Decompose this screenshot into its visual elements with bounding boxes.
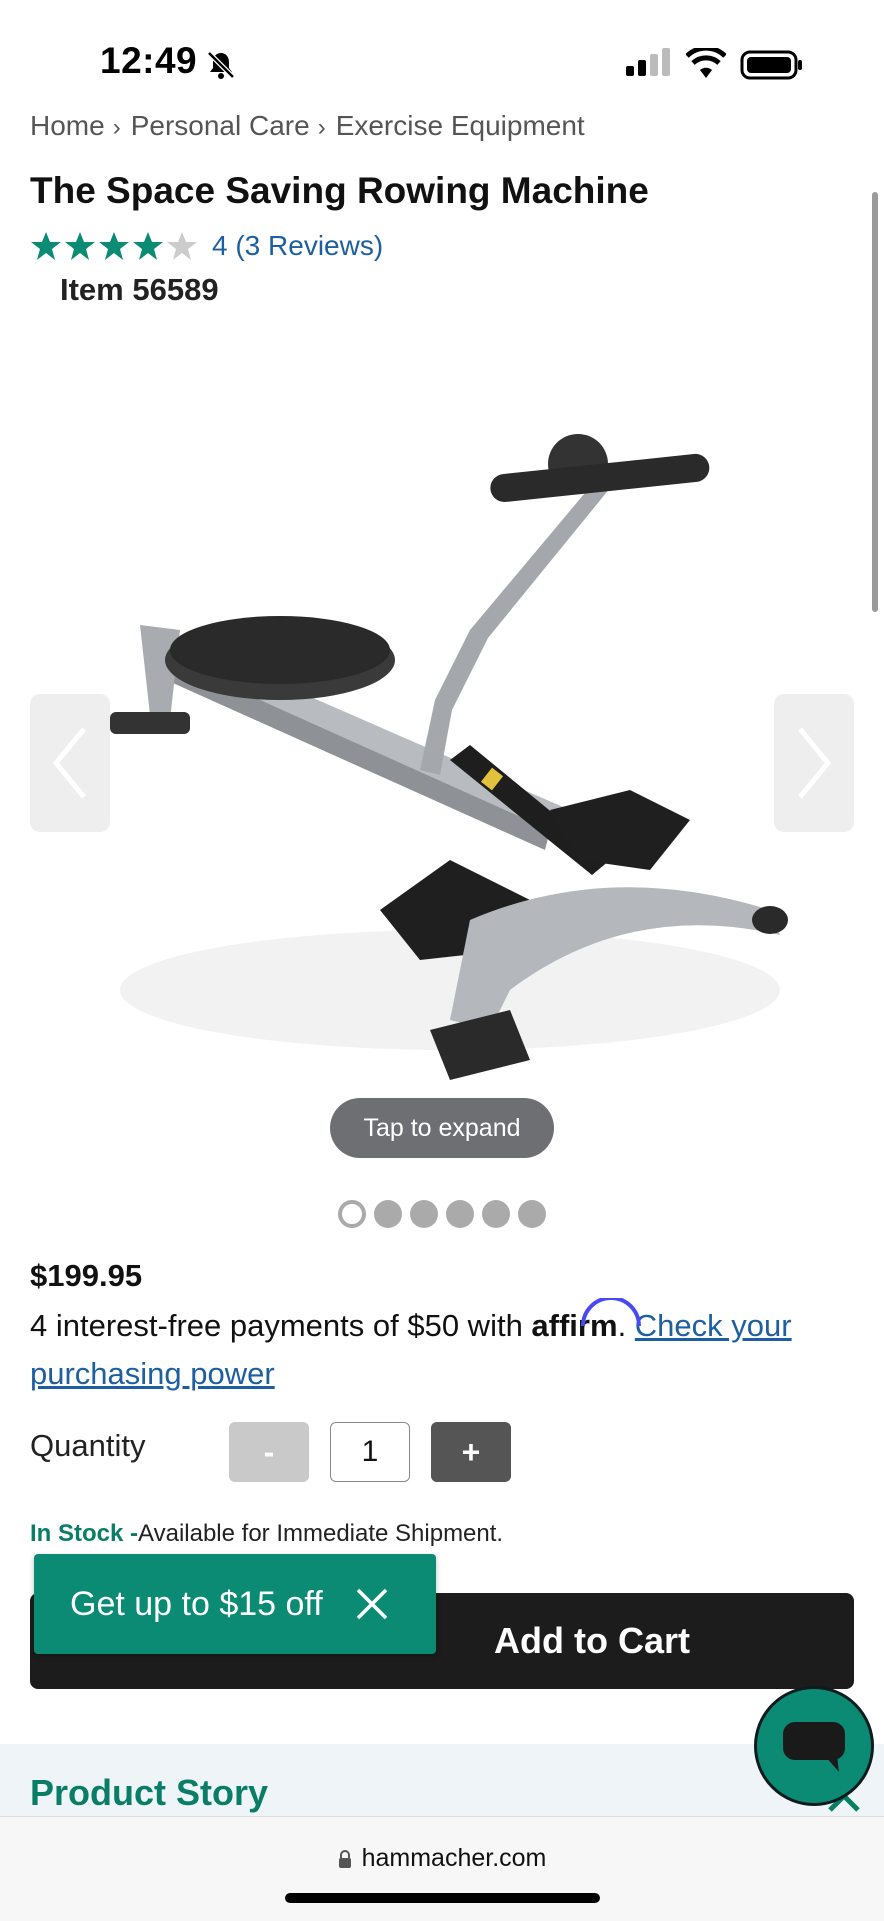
chat-button[interactable] (754, 1686, 874, 1806)
close-icon[interactable] (355, 1587, 389, 1621)
carousel-dot[interactable] (374, 1200, 402, 1228)
home-indicator (285, 1893, 600, 1903)
in-stock-label: In Stock - (30, 1520, 139, 1547)
affirm-arc-icon (581, 1298, 642, 1327)
carousel-dot[interactable] (410, 1200, 438, 1228)
chat-bubble-icon (783, 1722, 845, 1772)
product-story-heading[interactable]: Product Story (30, 1772, 268, 1814)
breadcrumb-personal-care[interactable]: Personal Care (131, 110, 310, 142)
signal-icon (626, 48, 670, 76)
scrollbar[interactable] (872, 192, 878, 612)
promo-toast[interactable]: Get up to $15 off (34, 1554, 436, 1654)
quantity-decrement-button[interactable]: - (229, 1422, 309, 1482)
lock-icon (338, 1850, 351, 1868)
tap-to-expand-button[interactable]: Tap to expand (330, 1098, 554, 1158)
battery-icon (740, 50, 802, 80)
star-filled-icon (99, 232, 129, 260)
url-display[interactable]: hammacher.com (0, 1844, 884, 1873)
url-text: hammacher.com (361, 1844, 547, 1872)
quantity-label: Quantity (30, 1428, 146, 1463)
financing-text: 4 interest-free payments of $50 with (30, 1308, 532, 1343)
bell-slash-icon (207, 51, 235, 79)
promo-text[interactable]: Get up to $15 off (70, 1585, 323, 1624)
carousel-dot[interactable] (482, 1200, 510, 1228)
carousel-prev-button[interactable] (30, 694, 110, 832)
breadcrumb-home[interactable]: Home (30, 110, 105, 142)
chevron-left-icon (52, 727, 86, 799)
status-time: 12:49 (100, 40, 198, 81)
star-rating (30, 230, 198, 262)
star-filled-icon (31, 232, 61, 260)
star-empty-icon (167, 232, 197, 260)
quantity-increment-button[interactable]: + (431, 1422, 511, 1482)
product-rating[interactable]: 4 (3 Reviews) (30, 226, 383, 266)
affirm-financing: 4 interest-free payments of $50 with aff… (30, 1298, 860, 1398)
wifi-icon (686, 48, 726, 78)
carousel-dot[interactable] (446, 1200, 474, 1228)
affirm-logo: affirm (531, 1298, 642, 1343)
stock-detail: Available for Immediate Shipment. (138, 1520, 504, 1547)
add-to-cart-label: Add to Cart (494, 1620, 690, 1661)
chevron-right-icon: › (317, 114, 326, 141)
carousel-dots (338, 1200, 546, 1228)
breadcrumb-exercise-equipment[interactable]: Exercise Equipment (336, 110, 585, 142)
breadcrumb: Home › Personal Care › Exercise Equipment (30, 110, 585, 142)
carousel-next-button[interactable] (774, 694, 854, 832)
quantity-input[interactable]: 1 (330, 1422, 410, 1482)
product-price: $199.95 (30, 1258, 143, 1293)
rowing-machine-image[interactable] (90, 430, 810, 1100)
chevron-right-icon: › (112, 114, 121, 141)
star-filled-icon (133, 232, 163, 260)
stock-status: In Stock -Available for Immediate Shipme… (30, 1520, 503, 1548)
reviews-link[interactable]: 4 (3 Reviews) (212, 230, 383, 262)
chevron-right-icon (798, 727, 832, 799)
product-title: The Space Saving Rowing Machine (30, 170, 649, 211)
star-filled-icon (65, 232, 95, 260)
item-number: Item 56589 (60, 272, 219, 307)
carousel-dot[interactable] (518, 1200, 546, 1228)
carousel-dot[interactable] (338, 1200, 366, 1228)
